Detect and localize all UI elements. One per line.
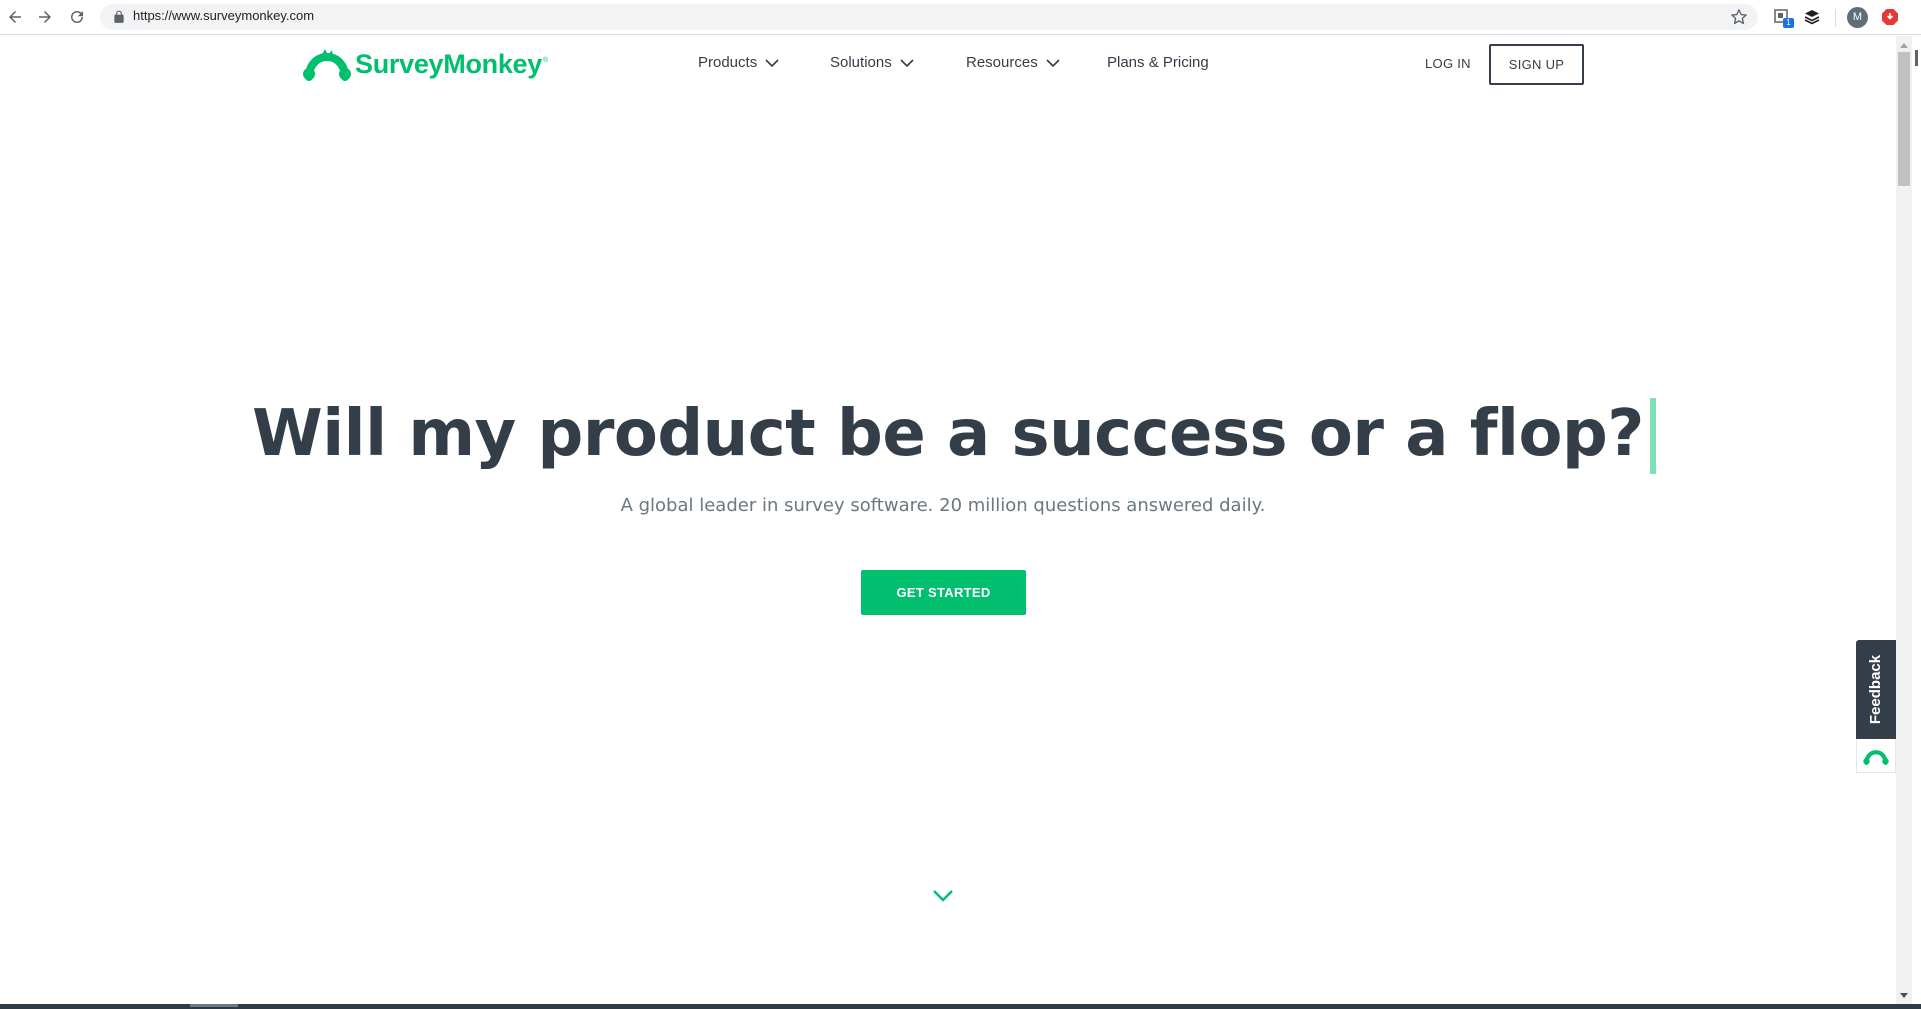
nav-products[interactable]: Products: [698, 54, 779, 71]
nav-resources[interactable]: Resources: [966, 54, 1060, 71]
typing-cursor: [1649, 398, 1656, 474]
nav-plans-pricing[interactable]: Plans & Pricing: [1107, 54, 1209, 71]
star-icon[interactable]: [1730, 8, 1748, 26]
nav-plans-pricing-label: Plans & Pricing: [1107, 54, 1209, 71]
arrow-left-icon: [9, 11, 21, 23]
layers-icon: [1804, 10, 1820, 25]
taskbar-tab: [190, 1004, 238, 1007]
window-edge-marker: [1915, 50, 1918, 66]
get-started-button[interactable]: GET STARTED: [861, 570, 1026, 615]
login-link[interactable]: LOG IN: [1425, 56, 1471, 71]
hero-section: Will my product be a success or a flop?: [0, 394, 1896, 474]
address-bar[interactable]: https://www.surveymonkey.com: [100, 4, 1758, 30]
hero-title-wrap: Will my product be a success or a flop?: [252, 394, 1656, 474]
feedback-logo[interactable]: [1856, 739, 1896, 773]
lock-icon: [114, 10, 124, 23]
nav-products-label: Products: [698, 54, 758, 71]
hero-title: Will my product be a success or a flop?: [252, 397, 1644, 471]
monkey-logo-icon: [1863, 749, 1889, 765]
arrow-right-icon: [39, 11, 51, 23]
forward-button[interactable]: [34, 6, 56, 28]
monkey-logo-icon: [303, 49, 351, 81]
extension-button[interactable]: 1: [1771, 6, 1794, 28]
chevron-down-icon[interactable]: [932, 889, 954, 903]
registered-mark: ®: [542, 56, 549, 64]
page-scrollbar[interactable]: [1896, 36, 1912, 1004]
extension-badge: 1: [1783, 18, 1794, 28]
chevron-down-icon: [1046, 58, 1060, 67]
signup-button[interactable]: SIGN UP: [1489, 44, 1584, 85]
nav-resources-label: Resources: [966, 54, 1038, 71]
scroll-down-arrow[interactable]: [1900, 993, 1908, 998]
url-text[interactable]: https://www.surveymonkey.com: [133, 8, 314, 23]
chevron-down-icon: [900, 58, 914, 67]
webpage: SurveyMonkey ® Products Solutions Resour…: [0, 36, 1896, 1004]
scroll-up-arrow[interactable]: [1900, 43, 1908, 48]
logo-wordmark: SurveyMonkey: [355, 48, 542, 79]
profile-avatar[interactable]: M: [1847, 7, 1868, 28]
nav-solutions-label: Solutions: [830, 54, 892, 71]
feedback-label: Feedback: [1867, 654, 1885, 725]
scrollbar-thumb[interactable]: [1898, 52, 1910, 186]
nav-solutions[interactable]: Solutions: [830, 54, 914, 71]
toolbar-divider: [1835, 9, 1836, 27]
back-button[interactable]: [4, 6, 26, 28]
chevron-down-icon: [765, 58, 779, 67]
layers-extension-button[interactable]: [1801, 6, 1823, 28]
feedback-tab[interactable]: Feedback: [1856, 640, 1896, 739]
hero-subtitle: A global leader in survey software. 20 m…: [620, 495, 1266, 516]
browser-toolbar: https://www.surveymonkey.com 1 M: [0, 0, 1921, 66]
adblock-extension-button[interactable]: [1879, 6, 1901, 28]
stop-sign-icon: [1882, 9, 1898, 25]
taskbar-strip: [0, 1004, 1921, 1009]
reload-icon: [71, 11, 83, 23]
reload-button[interactable]: [66, 6, 88, 28]
surveymonkey-logo[interactable]: SurveyMonkey ®: [303, 44, 548, 84]
